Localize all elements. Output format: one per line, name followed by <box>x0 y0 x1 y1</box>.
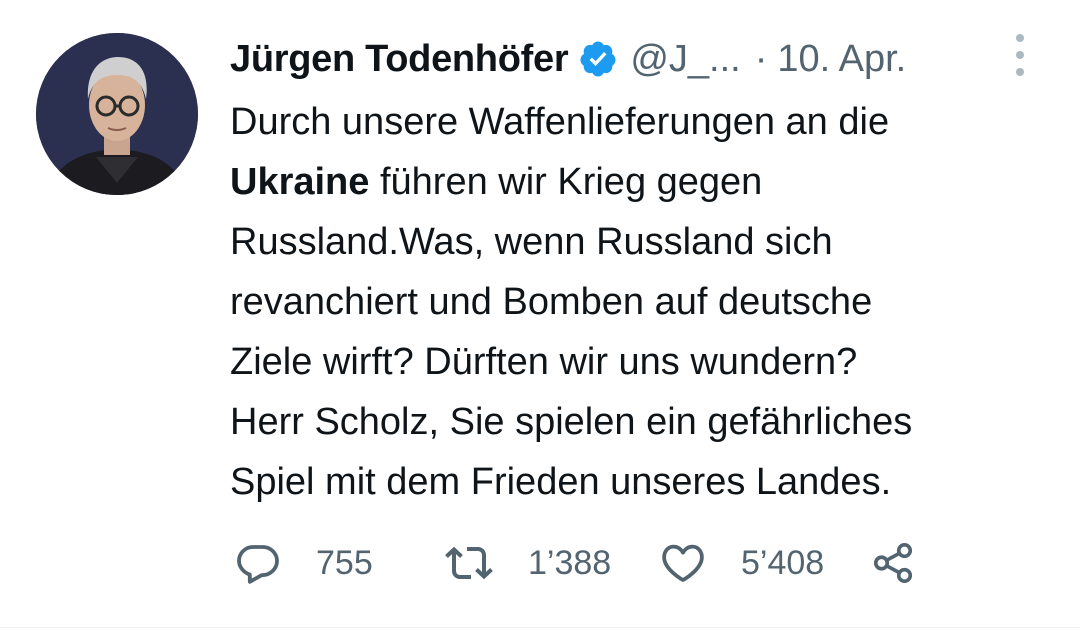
separator-dot: · <box>754 37 768 80</box>
like-button[interactable]: 5’408 <box>659 539 870 587</box>
divider <box>0 627 1080 628</box>
reply-count: 755 <box>316 543 373 582</box>
avatar[interactable] <box>36 33 198 195</box>
tweet-line-rest: führen wir Krieg gegen <box>369 161 763 203</box>
tweet-line: Durch unsere Waffenlieferungen an die <box>230 101 890 143</box>
tweet-date[interactable]: 10. Apr. <box>777 38 906 81</box>
tweet-line: revanchiert und Bomben auf deutsche <box>230 281 873 323</box>
retweet-count: 1’388 <box>528 543 612 582</box>
tweet-actions: 755 1’388 5’408 <box>234 538 916 588</box>
author-handle[interactable]: @J_... <box>630 38 740 81</box>
like-count: 5’408 <box>741 543 825 582</box>
tweet-line: Herr Scholz, Sie spielen ein gefährliche… <box>230 401 913 443</box>
verified-badge-icon <box>578 39 618 79</box>
speech-bubble-icon <box>237 545 279 584</box>
share-button[interactable] <box>870 540 916 586</box>
tweet-line: Russland.Was, wenn Russland sich <box>230 221 833 263</box>
tweet-line: Ukraine führen wir Krieg gegen <box>230 152 1050 212</box>
reply-button[interactable]: 755 <box>234 539 444 587</box>
author-name[interactable]: Jürgen Todenhöfer <box>230 38 569 81</box>
retweet-button[interactable]: 1’388 <box>444 539 659 587</box>
tweet-line: Ziele wirft? Dürften wir uns wundern? <box>230 341 858 383</box>
tweet-header: Jürgen Todenhöfer @J_... · 10. Apr. <box>230 34 906 84</box>
retweet-arrows-icon <box>445 546 493 580</box>
hashtag-ukraine[interactable]: Ukraine <box>230 161 369 203</box>
heart-icon <box>662 544 704 582</box>
share-icon <box>873 542 913 584</box>
tweet[interactable]: Jürgen Todenhöfer @J_... · 10. Apr. Durc… <box>0 0 1080 631</box>
tweet-text: Durch unsere Waffenlieferungen an die Uk… <box>230 92 1050 512</box>
more-options-icon[interactable] <box>1008 34 1032 76</box>
tweet-line: Spiel mit dem Frieden unseres Landes. <box>230 461 892 503</box>
